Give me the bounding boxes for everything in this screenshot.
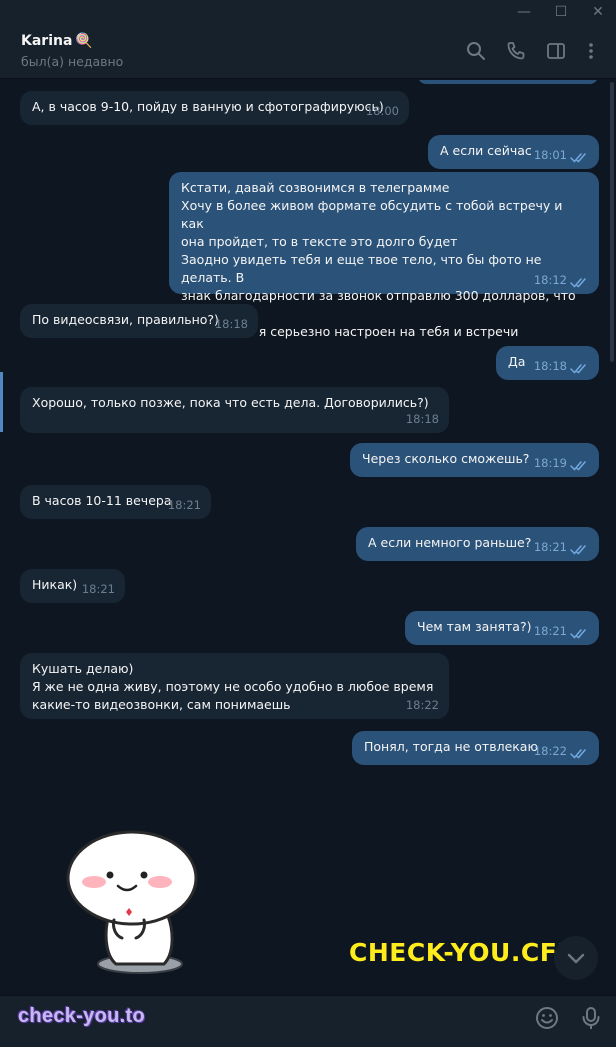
- message-bubble-incoming[interactable]: Никак) 18:21: [20, 569, 125, 603]
- more-icon[interactable]: [580, 40, 602, 62]
- contact-name[interactable]: Karina 🍭: [21, 33, 93, 49]
- maximize-button[interactable]: ☐: [552, 3, 570, 21]
- message-time: 18:21: [81, 582, 115, 596]
- read-checkmarks-icon: [570, 364, 586, 374]
- window-titlebar: — ☐ ✕: [0, 0, 616, 24]
- message-time: 18:19: [533, 456, 567, 470]
- message-text: По видеосвязи, правильно?): [32, 312, 219, 327]
- message-time: 18:18: [533, 359, 567, 373]
- message-bubble-incoming[interactable]: А, в часов 9-10, пойду в ванную и сфотог…: [20, 91, 409, 125]
- message-time: 18:01: [533, 148, 567, 162]
- chat-scrollbar[interactable]: [610, 82, 614, 362]
- message-bubble-outgoing[interactable]: Чем там занята?) 18:21: [405, 611, 599, 645]
- message-time: 18:00: [365, 104, 399, 118]
- contact-name-text: Karina: [21, 33, 73, 49]
- message-time: 18:18: [405, 412, 439, 426]
- contact-status: был(а) недавно: [21, 54, 124, 69]
- phone-icon[interactable]: [505, 40, 527, 62]
- message-text: Понял, тогда не отвлекаю: [364, 739, 538, 754]
- message-text: Да: [508, 354, 526, 369]
- message-text: Через сколько сможешь?: [362, 451, 530, 466]
- message-bubble-outgoing[interactable]: А если сейчас 18:01: [428, 135, 599, 169]
- message-text: Чем там занята?): [417, 619, 532, 634]
- message-time: 18:22: [533, 744, 567, 758]
- sidebar-toggle-icon[interactable]: [545, 40, 567, 62]
- message-bubble-incoming[interactable]: По видеосвязи, правильно?) 18:18: [20, 304, 258, 338]
- read-checkmarks-icon: [570, 461, 586, 471]
- message-time: 18:21: [167, 498, 201, 512]
- read-checkmarks-icon: [570, 749, 586, 759]
- minimize-button[interactable]: —: [515, 3, 533, 21]
- message-text: А, в часов 9-10, пойду в ванную и сфотог…: [32, 99, 384, 114]
- lollipop-emoji: 🍭: [75, 33, 93, 49]
- chevron-down-icon: [567, 953, 585, 964]
- emoji-icon[interactable]: [534, 1005, 560, 1031]
- sticker-image[interactable]: [60, 828, 200, 978]
- read-checkmarks-icon: [570, 545, 586, 555]
- message-text: А если немного раньше?: [368, 535, 532, 550]
- message-bubble-outgoing[interactable]: Через сколько сможешь? 18:19: [350, 443, 599, 477]
- message-bubble-incoming[interactable]: Кушать делаю) Я же не одна живу, поэтому…: [20, 653, 449, 719]
- message-bubble-incoming[interactable]: В часов 10-11 вечера 18:21: [20, 485, 211, 519]
- search-icon[interactable]: [465, 40, 487, 62]
- read-checkmarks-icon: [570, 629, 586, 639]
- message-bubble-incoming[interactable]: Хорошо, только позже, пока что есть дела…: [20, 387, 449, 433]
- watermark-check-you-cfd: CHECK-YOU.CFD: [349, 938, 579, 967]
- message-text: Кушать делаю) Я же не одна живу, поэтому…: [32, 661, 434, 712]
- message-bubble-outgoing[interactable]: Да 18:18: [496, 346, 599, 380]
- selection-indicator: [0, 372, 3, 432]
- read-checkmarks-icon: [570, 278, 586, 288]
- message-time: 18:18: [214, 317, 248, 331]
- chat-header[interactable]: Karina 🍭 был(а) недавно: [0, 24, 616, 79]
- message-text: Хорошо, только позже, пока что есть дела…: [32, 395, 429, 410]
- watermark-check-you-to: check-you.to: [18, 1005, 145, 1027]
- partial-message-bubble: [418, 80, 598, 84]
- close-window-button[interactable]: ✕: [589, 3, 607, 21]
- message-text: А если сейчас: [440, 143, 532, 158]
- message-text: В часов 10-11 вечера: [32, 493, 172, 508]
- read-checkmarks-icon: [570, 153, 586, 163]
- scroll-to-bottom-button[interactable]: [554, 936, 598, 980]
- message-time: 18:21: [533, 624, 567, 638]
- message-bubble-outgoing[interactable]: Понял, тогда не отвлекаю 18:22: [352, 731, 599, 765]
- message-bubble-outgoing[interactable]: Кстати, давай созвонимся в телеграмме Хо…: [169, 172, 599, 339]
- message-bubble-outgoing[interactable]: А если немного раньше? 18:21: [356, 527, 599, 561]
- message-time: 18:12: [533, 273, 567, 287]
- microphone-icon[interactable]: [578, 1005, 604, 1031]
- message-time: 18:21: [533, 540, 567, 554]
- message-text: Никак): [32, 577, 78, 592]
- message-time: 18:22: [405, 698, 439, 712]
